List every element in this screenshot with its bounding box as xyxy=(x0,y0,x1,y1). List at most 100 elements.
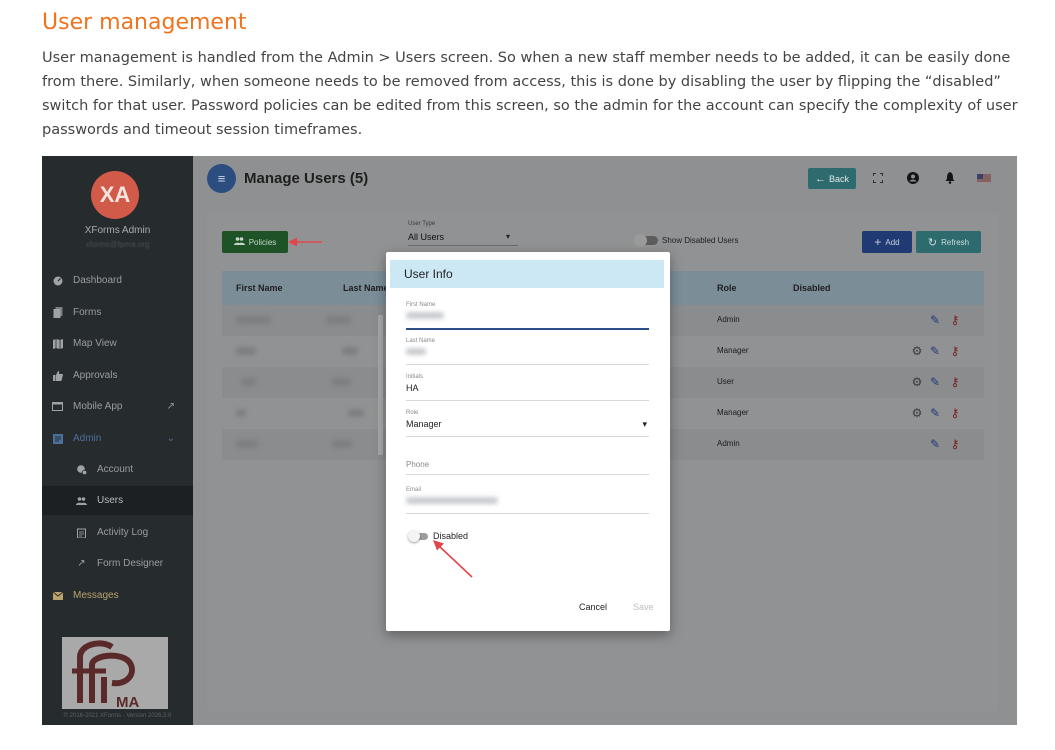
role-cell: Manager xyxy=(717,408,749,417)
first-name-cell xyxy=(236,440,258,448)
chevron-down-icon: ⌄ xyxy=(166,433,175,444)
last-name-cell xyxy=(332,378,350,386)
edit-icon[interactable]: ✎ xyxy=(928,375,942,389)
annotation-arrow xyxy=(288,237,322,247)
role-select[interactable]: Role Manager ▾ xyxy=(406,410,649,437)
role-cell: User xyxy=(717,377,734,386)
key-icon[interactable]: ⚷ xyxy=(948,375,962,389)
show-disabled-users-toggle[interactable] xyxy=(634,234,658,247)
first-name-value xyxy=(406,312,444,319)
first-name-cell xyxy=(242,378,256,386)
sidebar-item-approvals[interactable]: Approvals xyxy=(42,361,193,390)
last-name-field[interactable]: Last Name xyxy=(406,338,649,365)
sidebar-user-email: xforms@fpma.org xyxy=(85,240,150,249)
sidebar-item-users[interactable]: Users xyxy=(42,486,193,515)
gear-icon[interactable]: ⚙ xyxy=(910,375,924,389)
menu-button[interactable]: ≡ xyxy=(207,164,236,193)
mobile-app-icon xyxy=(52,401,63,412)
column-header-disabled[interactable]: Disabled xyxy=(793,283,831,293)
email-field[interactable]: Email xyxy=(406,487,649,514)
app-screenshot: XA XForms Admin xforms@fpma.org Dashboar… xyxy=(42,156,1017,725)
avatar[interactable]: XA xyxy=(91,171,139,219)
initials-field[interactable]: Initials HA xyxy=(406,374,649,401)
scrollbar[interactable] xyxy=(378,315,383,455)
sidebar-item-label: Form Designer xyxy=(97,558,164,569)
edit-icon[interactable]: ✎ xyxy=(928,344,942,358)
account-circle-icon[interactable] xyxy=(906,170,920,186)
refresh-button[interactable]: ↻ Refresh xyxy=(916,231,981,253)
sidebar-item-admin[interactable]: Admin ⌄ xyxy=(42,424,193,453)
column-header-role[interactable]: Role xyxy=(717,283,737,293)
add-user-button[interactable]: + Add xyxy=(862,231,912,253)
edit-icon[interactable]: ✎ xyxy=(928,313,942,327)
last-name-label: Last Name xyxy=(406,338,436,344)
bell-icon[interactable] xyxy=(943,170,957,186)
sidebar-item-label: Activity Log xyxy=(97,527,149,538)
sidebar-item-account[interactable]: Account xyxy=(42,455,193,484)
doc-title: User management xyxy=(42,10,247,35)
email-label: Email xyxy=(406,487,422,493)
column-header-last-name[interactable]: Last Name xyxy=(343,283,389,293)
column-header-first-name[interactable]: First Name xyxy=(236,283,283,293)
role-label: Role xyxy=(406,410,419,416)
user-type-select[interactable]: All Users xyxy=(408,232,514,242)
sidebar-item-mobile-app[interactable]: Mobile App ↗ xyxy=(42,392,193,421)
gear-icon[interactable]: ⚙ xyxy=(910,406,924,420)
plus-icon: + xyxy=(874,235,882,249)
map-icon xyxy=(52,338,63,349)
sidebar-item-label: Approvals xyxy=(73,370,118,381)
policies-label: Policies xyxy=(248,237,277,247)
first-name-underline xyxy=(406,328,649,330)
external-link-icon: ↗ xyxy=(166,401,175,412)
last-name-value xyxy=(406,348,426,355)
sidebar-item-label: Mobile App xyxy=(73,401,123,412)
gear-icon[interactable]: ⚙ xyxy=(910,344,924,358)
sidebar-item-label: Users xyxy=(97,495,124,506)
sidebar-item-map-view[interactable]: Map View xyxy=(42,329,193,358)
fullscreen-icon[interactable] xyxy=(871,170,885,186)
policies-button[interactable]: Policies xyxy=(222,231,288,253)
role-cell: Admin xyxy=(717,315,740,324)
cancel-button[interactable]: Cancel xyxy=(579,602,607,612)
refresh-button-label: Refresh xyxy=(941,237,970,247)
email-value xyxy=(406,497,498,504)
us-flag-icon[interactable] xyxy=(977,170,991,186)
key-icon[interactable]: ⚷ xyxy=(948,344,962,358)
save-button[interactable]: Save xyxy=(633,602,654,612)
activity-log-icon xyxy=(76,527,87,538)
disabled-toggle[interactable] xyxy=(408,530,428,542)
users-icon xyxy=(233,237,245,247)
key-icon[interactable]: ⚷ xyxy=(948,406,962,420)
sidebar: XA XForms Admin xforms@fpma.org Dashboar… xyxy=(42,156,193,725)
sidebar-item-activity-log[interactable]: Activity Log xyxy=(42,518,193,547)
phone-field[interactable]: Phone xyxy=(406,460,649,475)
role-value: Manager xyxy=(406,419,442,429)
sidebar-item-dashboard[interactable]: Dashboard xyxy=(42,266,193,295)
dropdown-arrow-icon[interactable]: ▾ xyxy=(506,232,510,241)
dashboard-icon xyxy=(52,275,63,286)
back-button-label: Back xyxy=(828,173,849,184)
edit-icon[interactable]: ✎ xyxy=(928,406,942,420)
sidebar-item-messages[interactable]: Messages xyxy=(42,581,193,610)
sidebar-item-form-designer[interactable]: ↗ Form Designer xyxy=(42,549,193,578)
key-icon[interactable]: ⚷ xyxy=(948,437,962,451)
key-icon[interactable]: ⚷ xyxy=(948,313,962,327)
sidebar-item-label: Messages xyxy=(73,590,119,601)
role-cell: Manager xyxy=(717,346,749,355)
doc-paragraph: User management is handled from the Admi… xyxy=(42,50,1018,138)
first-name-cell xyxy=(236,347,256,355)
logo-text: MA xyxy=(116,694,139,709)
annotation-arrow xyxy=(433,540,473,578)
phone-label: Phone xyxy=(406,460,430,469)
users-icon xyxy=(76,495,87,506)
messages-icon xyxy=(52,590,63,601)
sidebar-user-name: XForms Admin xyxy=(84,225,151,236)
first-name-field[interactable]: First Name xyxy=(406,302,649,330)
dialog-title: User Info xyxy=(390,260,664,288)
fpma-logo: MA xyxy=(62,637,168,711)
account-icon xyxy=(76,464,87,475)
sidebar-item-forms[interactable]: Forms xyxy=(42,298,193,327)
back-button[interactable]: ← Back xyxy=(808,168,856,189)
role-underline xyxy=(406,436,649,437)
edit-icon[interactable]: ✎ xyxy=(928,437,942,451)
